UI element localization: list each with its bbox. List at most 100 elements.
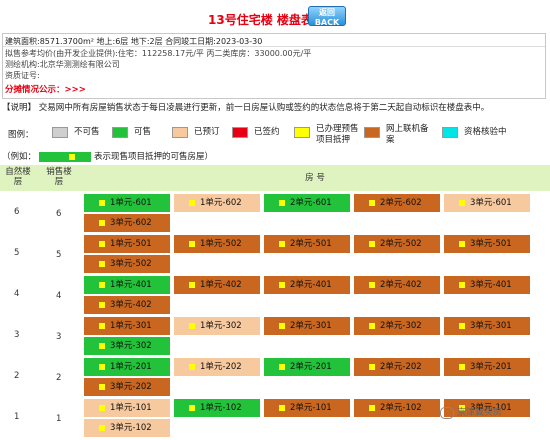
sale-floor-number: 2 (56, 373, 62, 383)
mortgage-marker-icon (279, 323, 285, 329)
floor-row: 2 2 1单元-201 1单元-202 2单元-201 2单元-202 3单元-201 3单元… (0, 357, 550, 398)
example-prefix: （例如： (2, 152, 37, 162)
room-cell[interactable]: 1单元-602 (174, 194, 260, 212)
natural-floor-number: 6 (14, 207, 20, 217)
room-cell[interactable]: 2单元-202 (354, 358, 440, 376)
floor-row: 5 5 1单元-501 1单元-502 2单元-501 2单元-502 3单元-501 3单元… (0, 234, 550, 275)
header: 13号住宅楼 楼盘表 返回 BACK (0, 0, 550, 34)
room-cell[interactable]: 1单元-501 (84, 235, 170, 253)
mortgage-marker-icon (189, 323, 195, 329)
room-cell[interactable]: 2单元-601 (264, 194, 350, 212)
room-cell[interactable]: 3单元-301 (444, 317, 530, 335)
room-cell[interactable]: 1单元-201 (84, 358, 170, 376)
room-cell[interactable]: 3单元-302 (84, 337, 170, 355)
room-label: 2单元-202 (380, 362, 422, 372)
room-label: 3单元-502 (110, 259, 152, 269)
reference-price-info: 拟售参考均价(由开发企业提供):住宅：112258.17元/平 丙二类库房：33… (5, 49, 312, 58)
room-cell[interactable]: 1单元-102 (174, 399, 260, 417)
room-cell[interactable]: 1单元-502 (174, 235, 260, 253)
room-label: 2单元-502 (380, 239, 422, 249)
room-cell[interactable]: 3单元-102 (84, 419, 170, 437)
mortgage-marker-icon (459, 323, 465, 329)
natural-floor-number: 1 (14, 412, 20, 422)
legend-label: 网上联机备案 (386, 124, 429, 145)
room-label: 3单元-501 (470, 239, 512, 249)
room-cell[interactable]: 2单元-402 (354, 276, 440, 294)
mortgage-marker-icon (99, 282, 105, 288)
room-cell[interactable]: 2单元-301 (264, 317, 350, 335)
floor-row: 3 3 1单元-301 1单元-302 2单元-301 2单元-302 3单元-301 3单元… (0, 316, 550, 357)
natural-floor-number: 5 (14, 248, 20, 258)
mortgage-marker-icon (369, 200, 375, 206)
mortgage-marker-icon (99, 200, 105, 206)
room-cell[interactable]: 1单元-302 (174, 317, 260, 335)
room-cell[interactable]: 2单元-401 (264, 276, 350, 294)
mortgage-marker-icon (99, 261, 105, 267)
room-cell[interactable]: 2单元-302 (354, 317, 440, 335)
room-cell[interactable]: 1单元-601 (84, 194, 170, 212)
mortgage-marker-icon (459, 200, 465, 206)
mortgage-marker-icon (99, 364, 105, 370)
mortgage-marker-icon (279, 405, 285, 411)
legend-label: 已预订 (194, 127, 220, 137)
mortgage-marker-icon (189, 405, 195, 411)
room-label: 2单元-401 (290, 280, 332, 290)
room-label: 2单元-302 (380, 321, 422, 331)
room-cell[interactable]: 2单元-502 (354, 235, 440, 253)
mortgage-marker-icon (459, 364, 465, 370)
back-label-bottom: BACK (314, 18, 340, 27)
room-label: 1单元-201 (110, 362, 152, 372)
room-cell[interactable]: 3单元-202 (84, 378, 170, 396)
wechat-icon (440, 406, 454, 419)
mortgage-marker-icon (459, 241, 465, 247)
room-cell[interactable]: 3单元-402 (84, 296, 170, 314)
sale-floor-number: 6 (56, 209, 62, 219)
mortgage-marker-icon (99, 425, 105, 431)
room-cell[interactable]: 1单元-401 (84, 276, 170, 294)
room-cell[interactable]: 2单元-102 (354, 399, 440, 417)
room-cell[interactable]: 3单元-201 (444, 358, 530, 376)
col-room-number: 房 号 (305, 173, 325, 183)
mortgage-marker-icon (369, 323, 375, 329)
legend-swatch (294, 127, 310, 138)
room-label: 1单元-602 (200, 198, 242, 208)
room-cell[interactable]: 1单元-301 (84, 317, 170, 335)
mortgage-marker-icon (99, 220, 105, 226)
room-cell[interactable]: 3单元-501 (444, 235, 530, 253)
mortgage-marker-icon (369, 241, 375, 247)
sale-floor-number: 1 (56, 414, 62, 424)
room-label: 2单元-602 (380, 198, 422, 208)
mortgage-marker-icon (189, 364, 195, 370)
room-cell[interactable]: 2单元-501 (264, 235, 350, 253)
apportionment-link[interactable]: 分摊情况公示：>>> (5, 83, 86, 95)
sale-floor-number: 4 (56, 291, 62, 301)
legend-label: 已签约 (254, 127, 280, 137)
room-label: 1单元-401 (110, 280, 152, 290)
room-cell[interactable]: 3单元-602 (84, 214, 170, 232)
room-label: 2单元-402 (380, 280, 422, 290)
notice-text: 【说明】 交易网中所有房屋销售状态于每日凌晨进行更新，前一日房屋认购或签约的状态… (2, 103, 490, 113)
back-label-top: 返回 (319, 8, 335, 17)
room-cell[interactable]: 1单元-202 (174, 358, 260, 376)
room-label: 2单元-201 (290, 362, 332, 372)
room-label: 3单元-602 (110, 218, 152, 228)
floor-row: 6 6 1单元-601 1单元-602 2单元-601 2单元-602 3单元-601 3单元… (0, 193, 550, 234)
room-cell[interactable]: 2单元-201 (264, 358, 350, 376)
legend-swatch (172, 127, 188, 138)
project-info-box: 建筑面积:8571.3700m² 地上:6层 地下:2层 合同竣工日期:2023… (2, 33, 546, 99)
legend-swatch (112, 127, 128, 138)
room-cell[interactable]: 2单元-602 (354, 194, 440, 212)
room-cell[interactable]: 1单元-101 (84, 399, 170, 417)
room-cell[interactable]: 2单元-101 (264, 399, 350, 417)
room-cell[interactable]: 3单元-401 (444, 276, 530, 294)
mortgage-marker-icon (369, 282, 375, 288)
mortgage-marker-icon (369, 364, 375, 370)
mortgage-marker-icon (279, 241, 285, 247)
room-cell[interactable]: 3单元-502 (84, 255, 170, 273)
back-button[interactable]: 返回 BACK (308, 6, 346, 27)
room-label: 2单元-601 (290, 198, 332, 208)
mortgage-marker-icon (279, 282, 285, 288)
room-cell[interactable]: 1单元-402 (174, 276, 260, 294)
mortgage-marker-icon (189, 282, 195, 288)
room-cell[interactable]: 3单元-601 (444, 194, 530, 212)
